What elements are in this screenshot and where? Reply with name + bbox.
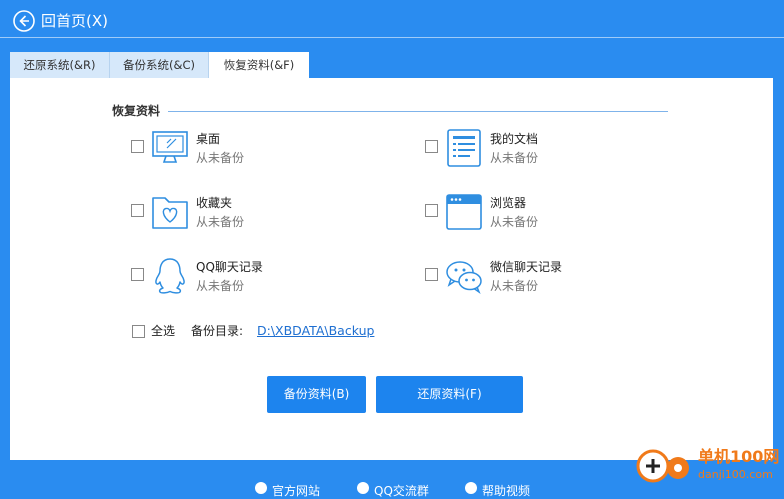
document-icon (447, 129, 481, 167)
desktop-checkbox[interactable] (131, 140, 144, 153)
item-status: 从未备份 (196, 215, 245, 229)
qq-group-icon (357, 482, 369, 494)
item-status: 从未备份 (490, 279, 539, 293)
watermark-sub: danji100.com (698, 468, 773, 481)
item-name: 浏览器 (490, 196, 527, 210)
restore-data-button[interactable]: 还原资料(F) (376, 376, 523, 413)
help-icon (465, 482, 477, 494)
back-arrow-icon[interactable] (13, 10, 35, 32)
favorites-folder-icon (152, 197, 188, 229)
qq-chat-checkbox[interactable] (131, 268, 144, 281)
item-name: 桌面 (196, 132, 221, 146)
watermark-text: 单机100网 (698, 447, 780, 466)
home-icon (255, 482, 267, 494)
title-bar: 回首页(X) (0, 0, 784, 38)
browser-checkbox[interactable] (425, 204, 438, 217)
back-home-button[interactable]: 回首页(X) (41, 12, 108, 30)
help-video-link[interactable]: 帮助视频 (482, 482, 530, 499)
backup-data-button[interactable]: 备份资料(B) (267, 376, 366, 413)
backup-dir-link[interactable]: D:\XBDATA\Backup (257, 323, 374, 339)
qq-group-link[interactable]: QQ交流群 (374, 482, 429, 499)
select-all-checkbox[interactable] (132, 325, 145, 338)
item-favorites: 收藏夹 从未备份 (131, 193, 391, 233)
watermark-logo-icon (636, 449, 689, 483)
watermark: 单机100网 danji100.com (636, 446, 784, 488)
title-divider (0, 37, 784, 38)
item-my-documents: 我的文档 从未备份 (425, 129, 685, 169)
item-name: QQ聊天记录 (196, 260, 263, 274)
tab-restore-data[interactable]: 恢复资料(&F) (209, 52, 309, 79)
favorites-checkbox[interactable] (131, 204, 144, 217)
browser-icon (446, 194, 482, 230)
monitor-icon (152, 131, 188, 163)
item-desktop: 桌面 从未备份 (131, 129, 391, 169)
backup-dir-label: 备份目录: (191, 324, 244, 338)
main-panel: 恢复资料 桌面 从未备份 我的文档 从未备份 收藏夹 从未备份 浏览器 从未备份… (10, 78, 773, 460)
section-divider (168, 111, 668, 112)
item-status: 从未备份 (490, 151, 539, 165)
item-name: 我的文档 (490, 132, 539, 146)
select-all-label[interactable]: 全选 (151, 324, 175, 339)
official-website-link[interactable]: 官方网站 (272, 482, 320, 499)
item-name: 收藏夹 (196, 196, 233, 210)
tab-restore-system[interactable]: 还原系统(&R) (10, 52, 110, 78)
item-status: 从未备份 (196, 151, 245, 165)
item-status: 从未备份 (196, 279, 245, 293)
item-status: 从未备份 (490, 215, 539, 229)
my-documents-checkbox[interactable] (425, 140, 438, 153)
wechat-chat-checkbox[interactable] (425, 268, 438, 281)
qq-icon (155, 258, 185, 294)
item-qq-chat: QQ聊天记录 从未备份 (131, 257, 391, 297)
item-name: 微信聊天记录 (490, 260, 563, 274)
item-browser: 浏览器 从未备份 (425, 193, 685, 233)
wechat-icon (446, 261, 482, 295)
section-title: 恢复资料 (112, 104, 161, 118)
item-wechat-chat: 微信聊天记录 从未备份 (425, 257, 685, 297)
tab-backup-system[interactable]: 备份系统(&C) (110, 52, 209, 78)
